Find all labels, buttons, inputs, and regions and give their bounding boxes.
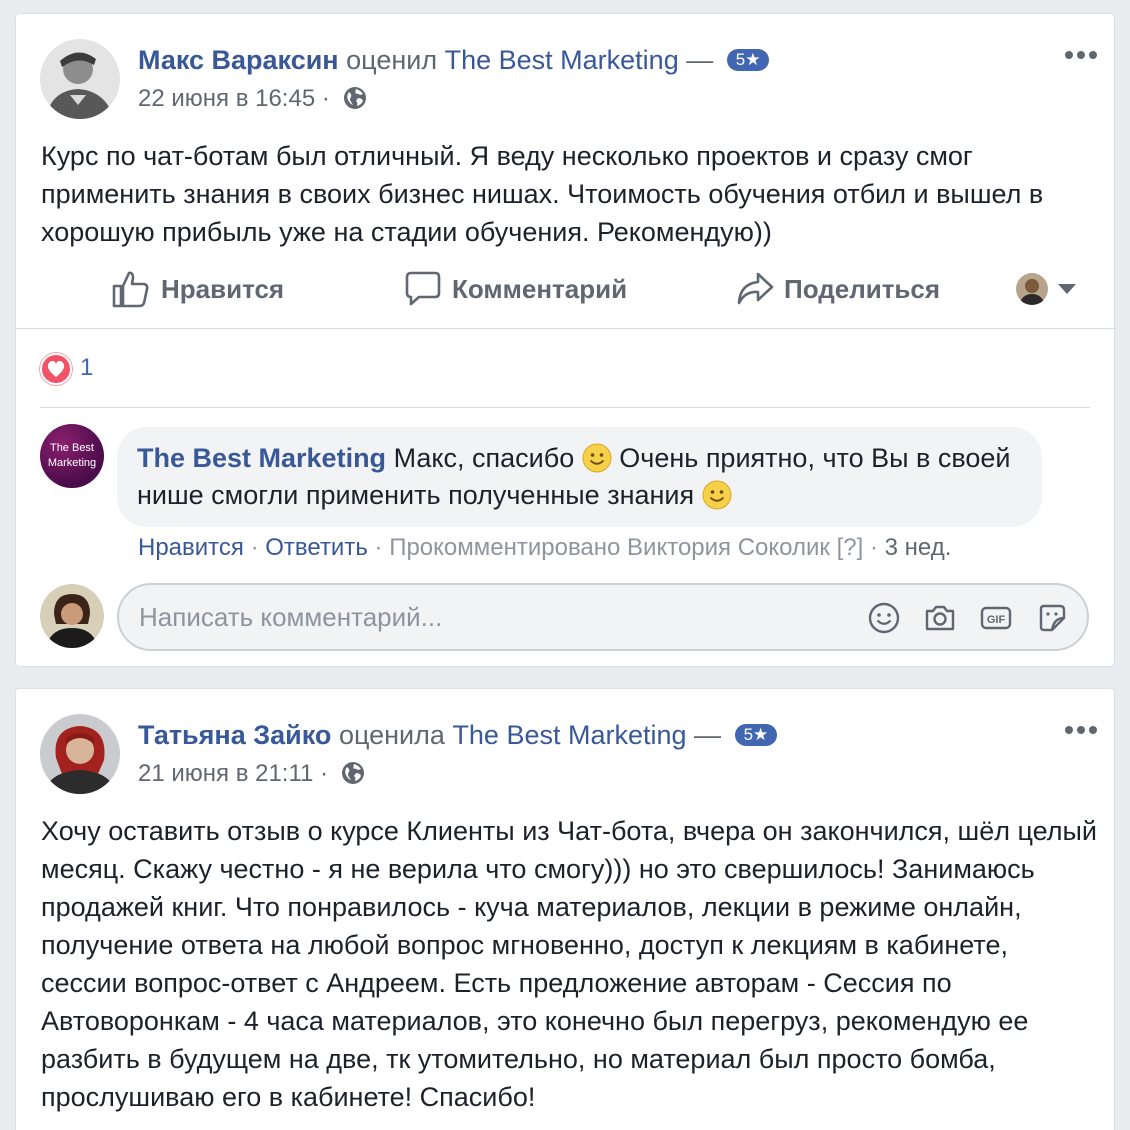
- thumbs-up-icon: [112, 271, 149, 308]
- comment-icon: [405, 271, 441, 306]
- share-button[interactable]: Поделиться: [736, 264, 940, 314]
- more-icon[interactable]: [1064, 725, 1098, 735]
- post-text: Хочу оставить отзыв о курсе Клиенты из Ч…: [41, 816, 1098, 1112]
- rating-verb: оценила: [338, 720, 445, 750]
- comment-bubble: The Best Marketing Макс, спасибо Очень п…: [117, 427, 1042, 527]
- page-avatar-text: Marketing: [47, 457, 97, 469]
- page-avatar[interactable]: The Best Marketing: [40, 424, 104, 488]
- heart-icon[interactable]: [40, 353, 72, 385]
- smile-emoji-icon: [702, 480, 732, 510]
- page-avatar-text: The Best: [49, 442, 94, 454]
- comment-time[interactable]: 3 нед.: [885, 534, 952, 561]
- like-button[interactable]: Нравится: [111, 264, 284, 314]
- comment-text: Макс, спасибо: [393, 443, 575, 473]
- post-header: Татьяна Зайко оценила The Best Marketing…: [138, 720, 778, 751]
- meta-separator: ·: [321, 85, 330, 112]
- self-mini-avatar: [1016, 273, 1048, 305]
- comment-text: Очень приятно, что Вы в своей: [619, 443, 1011, 473]
- post-meta: 22 июня в 16:45 ·: [138, 85, 367, 113]
- globe-icon[interactable]: [341, 761, 365, 785]
- divider: [40, 407, 1090, 408]
- post-text: Курс по чат-ботам был отличный. Я веду н…: [41, 141, 1044, 247]
- author-avatar[interactable]: [40, 39, 120, 119]
- emoji-picker-icon[interactable]: [867, 601, 901, 635]
- reaction-identity-selector[interactable]: [1016, 264, 1086, 314]
- rating-badge: 5★: [726, 49, 770, 71]
- post-card: Макс Вараксин оценил The Best Marketing …: [15, 13, 1116, 667]
- like-label: Нравится: [161, 273, 285, 304]
- comment-button[interactable]: Комментарий: [404, 264, 627, 314]
- comment-actions: Нравится · Ответить · Прокомментировано …: [138, 534, 951, 562]
- action-bar: Нравится Комментарий Поделиться: [16, 264, 1116, 314]
- comment-text: нише смогли применить полученные знания: [137, 480, 695, 510]
- smile-emoji-icon: [582, 443, 612, 473]
- comment-composer: GIF: [117, 583, 1089, 651]
- rating-verb: оценил: [346, 45, 438, 75]
- dash: —: [694, 720, 722, 750]
- page-name-link[interactable]: The Best Marketing: [452, 720, 686, 750]
- post-meta: 21 июня в 21:11 ·: [138, 760, 365, 788]
- self-avatar[interactable]: [40, 584, 104, 648]
- comment-label: Комментарий: [452, 273, 628, 304]
- divider: [16, 328, 1116, 329]
- page-name-link[interactable]: The Best Marketing: [445, 45, 679, 75]
- svg-text:GIF: GIF: [987, 614, 1006, 626]
- post-date[interactable]: 22 июня в 16:45: [138, 85, 315, 112]
- meta-separator: ·: [869, 534, 878, 561]
- comment-author[interactable]: The Best Marketing: [137, 443, 386, 473]
- meta-separator: ·: [250, 534, 259, 561]
- caret-down-icon: [1058, 284, 1076, 294]
- post-header: Макс Вараксин оценил The Best Marketing …: [138, 45, 770, 76]
- comment-reply-link[interactable]: Ответить: [265, 534, 368, 561]
- comment-like-link[interactable]: Нравится: [138, 534, 244, 561]
- post-date[interactable]: 21 июня в 21:11: [138, 760, 313, 787]
- post-card: Татьяна Зайко оценила The Best Marketing…: [15, 688, 1115, 1130]
- share-label: Поделиться: [784, 273, 941, 304]
- dash: —: [686, 45, 714, 75]
- meta-separator: ·: [320, 760, 329, 787]
- sticker-icon[interactable]: [1035, 601, 1069, 635]
- more-icon[interactable]: [1064, 50, 1098, 60]
- share-icon: [737, 272, 774, 305]
- meta-separator: ·: [374, 534, 383, 561]
- camera-icon[interactable]: [923, 601, 957, 635]
- author-name[interactable]: Макс Вараксин: [138, 45, 339, 75]
- reaction-count[interactable]: 1: [80, 354, 93, 382]
- author-avatar[interactable]: [40, 714, 120, 794]
- commented-by: Прокомментировано Виктория Соколик: [389, 534, 830, 561]
- help-link[interactable]: [?]: [837, 534, 864, 561]
- rating-badge: 5★: [734, 724, 778, 746]
- globe-icon[interactable]: [343, 86, 367, 110]
- comment-input[interactable]: [139, 585, 839, 649]
- author-name[interactable]: Татьяна Зайко: [138, 720, 331, 750]
- gif-icon[interactable]: GIF: [979, 601, 1013, 635]
